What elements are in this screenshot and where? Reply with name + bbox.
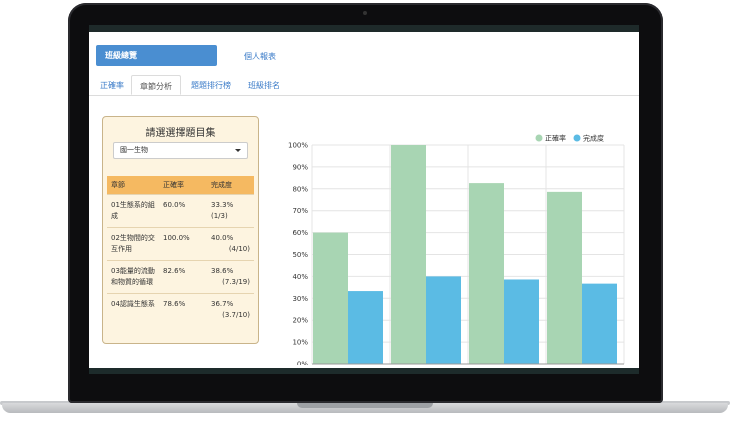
legend-label: 正確率 bbox=[545, 134, 566, 143]
tab-question-ranking[interactable]: 題題排行榜 bbox=[183, 75, 239, 95]
legend-marker bbox=[573, 134, 581, 142]
legend-marker bbox=[535, 134, 543, 142]
accuracy-cell: 82.6% bbox=[159, 260, 207, 294]
tab-accuracy[interactable]: 正確率 bbox=[93, 75, 131, 95]
table-row: 01生態系的組成 60.0% 33.3% (1/3) bbox=[107, 194, 254, 228]
y-tick-label: 0% bbox=[297, 361, 308, 366]
y-tick-label: 30% bbox=[292, 295, 308, 303]
chapter-cell: 01生態系的組成 bbox=[107, 194, 159, 228]
column-header-chapter: 章節 bbox=[107, 176, 159, 195]
bar bbox=[348, 291, 383, 364]
chart-svg: 0%10%20%30%40%50%60%70%80%90%100%01生態系的組… bbox=[288, 134, 625, 368]
bar bbox=[582, 283, 617, 364]
chapter-table: 章節 正確率 完成度 01生態系的組成 60.0% 33.3% (1/3) 02… bbox=[107, 176, 254, 326]
personal-report-link[interactable]: 個人報表 bbox=[244, 51, 276, 62]
y-tick-label: 40% bbox=[292, 273, 308, 281]
question-set-panel: 請選選擇題目集 國一生物 章節 正確率 完成度 01生態系的組成 60.0% 3… bbox=[102, 116, 259, 344]
table-row: 02生物間的交互作用 100.0% 40.0% (4/10) bbox=[107, 227, 254, 261]
y-tick-label: 100% bbox=[288, 142, 308, 150]
completion-ratio: (1/3) bbox=[211, 212, 228, 220]
column-header-completion: 完成度 bbox=[207, 176, 254, 195]
bar bbox=[469, 183, 504, 364]
question-set-select[interactable]: 國一生物 bbox=[113, 142, 248, 159]
completion-cell: 33.3% (1/3) bbox=[207, 194, 254, 228]
bar bbox=[547, 191, 582, 364]
chapter-bar-chart: 0%10%20%30%40%50%60%70%80%90%100%01生態系的組… bbox=[274, 105, 634, 368]
accuracy-cell: 78.6% bbox=[159, 293, 207, 326]
completion-percent: 36.7% bbox=[211, 300, 234, 308]
y-tick-label: 90% bbox=[292, 163, 308, 171]
accuracy-cell: 100.0% bbox=[159, 227, 207, 261]
camera-icon bbox=[363, 11, 367, 15]
y-tick-label: 20% bbox=[292, 317, 308, 325]
panel-title: 請選選擇題目集 bbox=[145, 128, 216, 139]
y-tick-label: 80% bbox=[292, 185, 308, 193]
bar bbox=[504, 279, 539, 364]
legend-label: 完成度 bbox=[583, 134, 604, 143]
chapter-cell: 02生物間的交互作用 bbox=[107, 227, 159, 261]
table-row: 03能量的流動和物質的循環 82.6% 38.6% (7.3/19) bbox=[107, 260, 254, 294]
app-screen: 班級總覽 個人報表 正確率 章節分析 題題排行榜 班級排名 請選選擇題目集 國一… bbox=[89, 25, 639, 368]
completion-cell: 40.0% (4/10) bbox=[207, 227, 254, 261]
tab-class-ranking[interactable]: 班級排名 bbox=[239, 75, 289, 95]
accuracy-cell: 60.0% bbox=[159, 194, 207, 228]
chevron-down-icon bbox=[235, 149, 241, 152]
tab-chapter-analysis[interactable]: 章節分析 bbox=[131, 75, 181, 95]
bar bbox=[313, 232, 348, 364]
bar bbox=[426, 276, 461, 364]
top-bar bbox=[89, 25, 639, 32]
y-tick-label: 70% bbox=[292, 207, 308, 215]
completion-ratio: (4/10) bbox=[228, 245, 250, 253]
completion-percent: 38.6% bbox=[211, 267, 234, 275]
completion-ratio: (3.7/10) bbox=[222, 311, 250, 319]
column-header-accuracy: 正確率 bbox=[159, 176, 207, 195]
chapter-cell: 03能量的流動和物質的循環 bbox=[107, 260, 159, 294]
y-tick-label: 50% bbox=[292, 251, 308, 259]
completion-cell: 38.6% (7.3/19) bbox=[207, 260, 254, 294]
completion-percent: 40.0% bbox=[211, 234, 234, 242]
y-tick-label: 60% bbox=[292, 229, 308, 237]
completion-ratio: (7.3/19) bbox=[222, 278, 250, 286]
chapter-cell: 04認識生態系 bbox=[107, 293, 159, 326]
completion-cell: 36.7% (3.7/10) bbox=[207, 293, 254, 326]
completion-percent: 33.3% bbox=[211, 201, 234, 209]
y-tick-label: 10% bbox=[292, 339, 308, 347]
bar bbox=[391, 145, 426, 364]
select-value: 國一生物 bbox=[120, 146, 148, 154]
laptop-notch bbox=[297, 403, 433, 408]
tab-bar: 正確率 章節分析 題題排行榜 班級排名 bbox=[89, 75, 639, 96]
table-row: 04認識生態系 78.6% 36.7% (3.7/10) bbox=[107, 293, 254, 326]
class-overview-button[interactable]: 班級總覽 bbox=[96, 45, 217, 66]
screen-bottom-bar bbox=[89, 368, 639, 374]
